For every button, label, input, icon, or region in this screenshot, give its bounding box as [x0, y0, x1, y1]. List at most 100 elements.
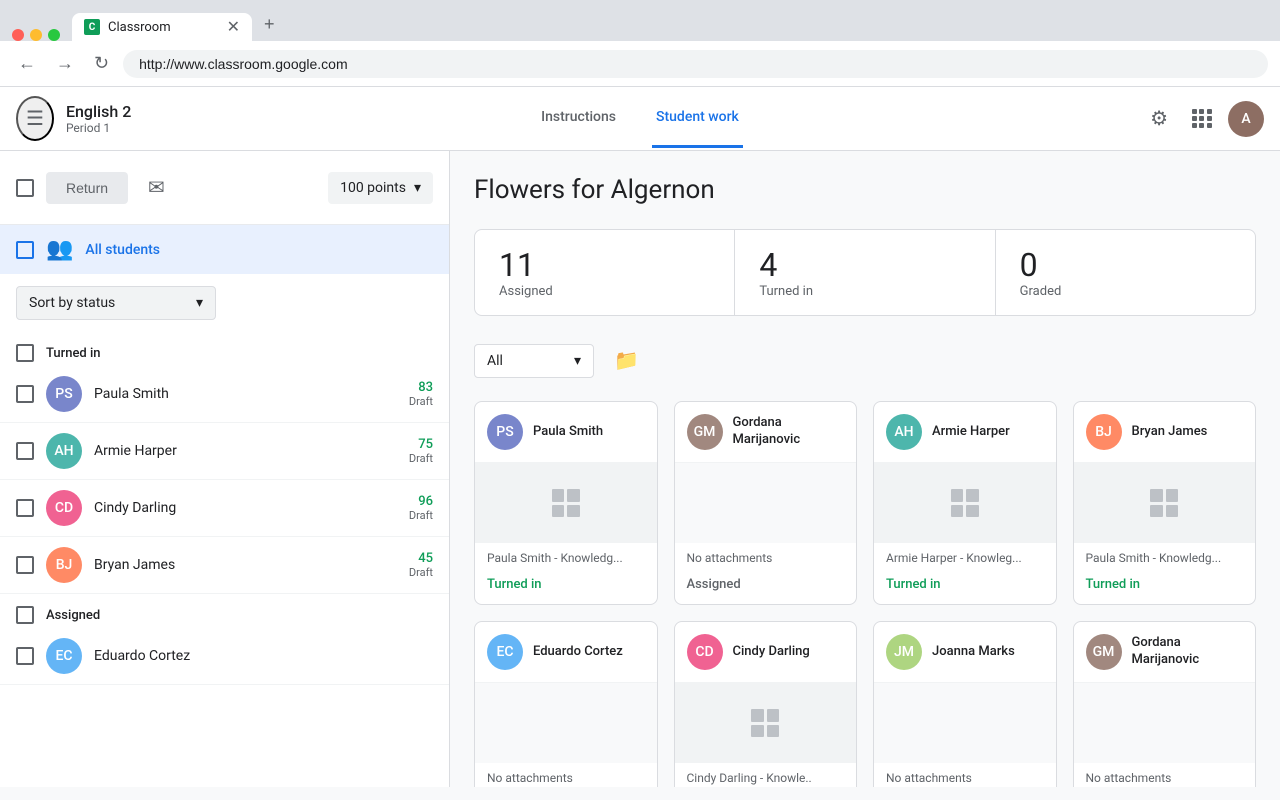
- address-bar[interactable]: [123, 50, 1268, 78]
- student-checkbox-bryan-james[interactable]: [16, 556, 34, 574]
- grade-status-bryan-james: Draft: [409, 566, 433, 579]
- folder-button[interactable]: 📁: [606, 340, 647, 381]
- traffic-light-red[interactable]: [12, 29, 24, 41]
- card-header-cindy-darling: CD Cindy Darling: [675, 622, 857, 683]
- stat-turned-in-label: Turned in: [759, 284, 813, 299]
- card-attachment-eduardo-cortez: No attachments: [475, 763, 657, 787]
- student-row-paula-smith[interactable]: PS Paula Smith 83 Draft: [0, 366, 449, 423]
- all-students-checkbox[interactable]: [16, 241, 34, 259]
- sidebar-actions: Return ✉ 100 points ▾: [0, 151, 449, 225]
- card-bryan-james[interactable]: BJ Bryan James Paula Smith - Knowledg...…: [1073, 401, 1257, 605]
- tab-student-work[interactable]: Student work: [652, 89, 743, 148]
- points-selector[interactable]: 100 points ▾: [328, 172, 433, 204]
- stat-assigned-number: 11: [499, 246, 535, 284]
- apps-button[interactable]: [1184, 101, 1220, 137]
- traffic-light-yellow[interactable]: [30, 29, 42, 41]
- turned-in-checkbox[interactable]: [16, 344, 34, 362]
- sort-row: Sort by status ▾: [0, 274, 449, 332]
- card-thumbnail-joanna-marks: [874, 683, 1056, 763]
- card-cindy-darling[interactable]: CD Cindy Darling Cindy Darling - Knowle.…: [674, 621, 858, 787]
- student-avatar-bryan-james: BJ: [46, 547, 82, 583]
- card-name-paula-smith: Paula Smith: [533, 424, 603, 441]
- forward-button[interactable]: →: [50, 49, 80, 78]
- stat-graded: 0 Graded: [996, 230, 1255, 315]
- card-thumbnail-gordana-marijanovic: [675, 463, 857, 543]
- student-row-bryan-james[interactable]: BJ Bryan James 45 Draft: [0, 537, 449, 594]
- filter-selected-label: All: [487, 353, 503, 369]
- card-eduardo-cortez[interactable]: EC Eduardo Cortez No attachments: [474, 621, 658, 787]
- points-label: 100 points: [340, 180, 406, 196]
- card-avatar-armie-harper: AH: [886, 414, 922, 450]
- return-button[interactable]: Return: [46, 172, 128, 204]
- card-header-paula-smith: PS Paula Smith: [475, 402, 657, 463]
- dropdown-arrow-icon: ▾: [414, 180, 421, 196]
- stat-graded-label: Graded: [1020, 284, 1062, 299]
- card-header-gordana-marijanovic-2: GM Gordana Marijanovic: [1074, 622, 1256, 683]
- filter-dropdown-icon: ▾: [574, 353, 581, 369]
- section-turned-in-header: Turned in: [0, 332, 449, 366]
- student-row-eduardo-cortez[interactable]: EC Eduardo Cortez: [0, 628, 449, 685]
- gear-icon: ⚙: [1150, 106, 1168, 131]
- cards-grid: PS Paula Smith Paula Smith - Knowledg...…: [474, 401, 1256, 787]
- card-avatar-eduardo-cortez: EC: [487, 634, 523, 670]
- card-attachment-gordana-marijanovic: No attachments: [675, 543, 857, 573]
- card-header-gordana-marijanovic: GM Gordana Marijanovic: [675, 402, 857, 463]
- card-header-bryan-james: BJ Bryan James: [1074, 402, 1256, 463]
- stats-row: 11 Assigned 4 Turned in 0 Graded: [474, 229, 1256, 316]
- card-name-gordana-marijanovic-2: Gordana Marijanovic: [1132, 635, 1244, 669]
- assignment-title: Flowers for Algernon: [474, 175, 1256, 205]
- turned-in-label: Turned in: [46, 346, 101, 361]
- card-armie-harper[interactable]: AH Armie Harper Armie Harper - Knowleg..…: [873, 401, 1057, 605]
- student-grade-bryan-james: 45 Draft: [409, 551, 433, 579]
- filter-selector[interactable]: All ▾: [474, 344, 594, 378]
- tab-instructions[interactable]: Instructions: [537, 89, 620, 148]
- student-avatar-cindy-darling: CD: [46, 490, 82, 526]
- settings-button[interactable]: ⚙: [1142, 98, 1176, 139]
- card-avatar-gordana-marijanovic-2: GM: [1086, 634, 1122, 670]
- card-gordana-marijanovic-2[interactable]: GM Gordana Marijanovic No attachments: [1073, 621, 1257, 787]
- stat-turned-in-number: 4: [759, 246, 777, 284]
- browser-tab-active[interactable]: C Classroom ✕: [72, 13, 252, 41]
- card-name-eduardo-cortez: Eduardo Cortez: [533, 644, 623, 661]
- grade-status-armie-harper: Draft: [409, 452, 433, 465]
- grade-value-cindy-darling: 96: [409, 494, 433, 509]
- user-avatar[interactable]: A: [1228, 101, 1264, 137]
- student-row-armie-harper[interactable]: AH Armie Harper 75 Draft: [0, 423, 449, 480]
- card-attachment-armie-harper: Armie Harper - Knowleg...: [874, 543, 1056, 573]
- all-students-row[interactable]: 👥 All students: [0, 225, 449, 274]
- card-thumbnail-bryan-james: [1074, 463, 1256, 543]
- mail-button[interactable]: ✉: [140, 167, 173, 208]
- card-joanna-marks[interactable]: JM Joanna Marks No attachments: [873, 621, 1057, 787]
- card-attachment-bryan-james: Paula Smith - Knowledg...: [1074, 543, 1256, 573]
- back-button[interactable]: ←: [12, 49, 42, 78]
- reload-button[interactable]: ↻: [88, 49, 115, 78]
- card-paula-smith[interactable]: PS Paula Smith Paula Smith - Knowledg...…: [474, 401, 658, 605]
- student-checkbox-cindy-darling[interactable]: [16, 499, 34, 517]
- main-layout: Return ✉ 100 points ▾ 👥 All students Sor…: [0, 151, 1280, 787]
- tab-close-button[interactable]: ✕: [227, 19, 240, 35]
- student-checkbox-paula-smith[interactable]: [16, 385, 34, 403]
- section-assigned-header: Assigned: [0, 594, 449, 628]
- course-period: Period 1: [66, 121, 131, 135]
- student-checkbox-armie-harper[interactable]: [16, 442, 34, 460]
- new-tab-button[interactable]: +: [256, 8, 283, 41]
- card-status-gordana-marijanovic: Assigned: [675, 573, 857, 604]
- grade-value-armie-harper: 75: [409, 437, 433, 452]
- student-row-cindy-darling[interactable]: CD Cindy Darling 96 Draft: [0, 480, 449, 537]
- student-checkbox-eduardo-cortez[interactable]: [16, 647, 34, 665]
- sidebar-checkbox[interactable]: [16, 179, 34, 197]
- traffic-light-green[interactable]: [48, 29, 60, 41]
- sort-selector[interactable]: Sort by status ▾: [16, 286, 216, 320]
- course-info: English 2 Period 1: [66, 102, 131, 135]
- assigned-checkbox[interactable]: [16, 606, 34, 624]
- folder-icon: 📁: [614, 350, 639, 372]
- avatar-initials: A: [1241, 111, 1250, 127]
- card-avatar-gordana-marijanovic: GM: [687, 414, 723, 450]
- card-attachment-cindy-darling: Cindy Darling - Knowle..: [675, 763, 857, 787]
- student-avatar-eduardo-cortez: EC: [46, 638, 82, 674]
- card-gordana-marijanovic[interactable]: GM Gordana Marijanovic No attachments As…: [674, 401, 858, 605]
- card-name-gordana-marijanovic: Gordana Marijanovic: [733, 415, 845, 449]
- hamburger-menu-button[interactable]: ☰: [16, 96, 54, 141]
- card-thumbnail-armie-harper: [874, 463, 1056, 543]
- browser-chrome: C Classroom ✕ + ← → ↻: [0, 0, 1280, 87]
